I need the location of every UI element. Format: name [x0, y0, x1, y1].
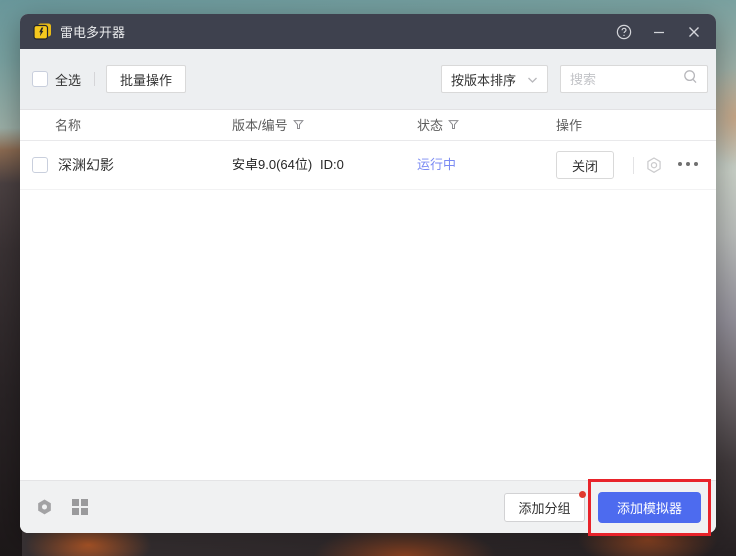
desktop-wallpaper-left-edge	[0, 0, 22, 556]
toolbar: 全选 批量操作 按版本排序	[20, 49, 716, 110]
search-icon[interactable]	[683, 69, 698, 89]
emulator-row[interactable]: 深渊幻影 安卓9.0(64位) ID:0 运行中 关闭	[20, 141, 716, 190]
minimize-icon[interactable]	[651, 24, 667, 40]
close-icon[interactable]	[686, 24, 702, 40]
add-group-button[interactable]: 添加分组	[504, 493, 585, 522]
column-header-name: 名称	[55, 110, 81, 141]
search-input[interactable]	[570, 72, 680, 87]
row-divider	[633, 157, 634, 174]
notification-badge	[579, 491, 586, 498]
filter-icon[interactable]	[293, 111, 304, 141]
settings-icon[interactable]	[35, 497, 54, 517]
empty-list-area	[20, 190, 716, 480]
table-header: 名称 版本/编号 状态 操作	[20, 110, 716, 141]
titlebar[interactable]: 雷电多开器	[20, 14, 716, 49]
filter-icon[interactable]	[448, 111, 459, 141]
close-emulator-button[interactable]: 关闭	[556, 151, 614, 179]
column-header-action: 操作	[556, 110, 582, 141]
column-header-version: 版本/编号	[232, 110, 304, 141]
emulator-id: ID:0	[320, 141, 344, 189]
help-icon[interactable]	[616, 24, 632, 40]
sort-dropdown[interactable]: 按版本排序	[441, 65, 548, 93]
select-all-checkbox[interactable]	[32, 71, 48, 87]
row-checkbox[interactable]	[32, 157, 48, 173]
chevron-down-icon	[527, 72, 538, 87]
app-logo-icon	[33, 23, 52, 40]
emulator-name: 深渊幻影	[58, 141, 114, 189]
emulator-version: 安卓9.0(64位)	[232, 141, 312, 189]
toolbar-divider	[94, 72, 95, 86]
select-all-label[interactable]: 全选	[55, 70, 81, 89]
sort-dropdown-value: 按版本排序	[451, 70, 516, 89]
status-badge: 运行中	[417, 141, 456, 189]
window-title: 雷电多开器	[60, 22, 125, 41]
search-box	[560, 65, 708, 93]
more-options-icon[interactable]	[678, 162, 698, 166]
multi-instance-grid-icon[interactable]	[71, 498, 89, 516]
batch-operations-button[interactable]: 批量操作	[106, 65, 186, 93]
row-settings-icon[interactable]	[644, 155, 664, 181]
column-header-status: 状态	[417, 110, 459, 141]
add-emulator-button[interactable]: 添加模拟器	[598, 492, 701, 523]
footer-bar: 添加分组 添加模拟器	[20, 480, 716, 533]
ldplayer-multi-instance-window: 雷电多开器 全选 批量	[20, 14, 716, 533]
